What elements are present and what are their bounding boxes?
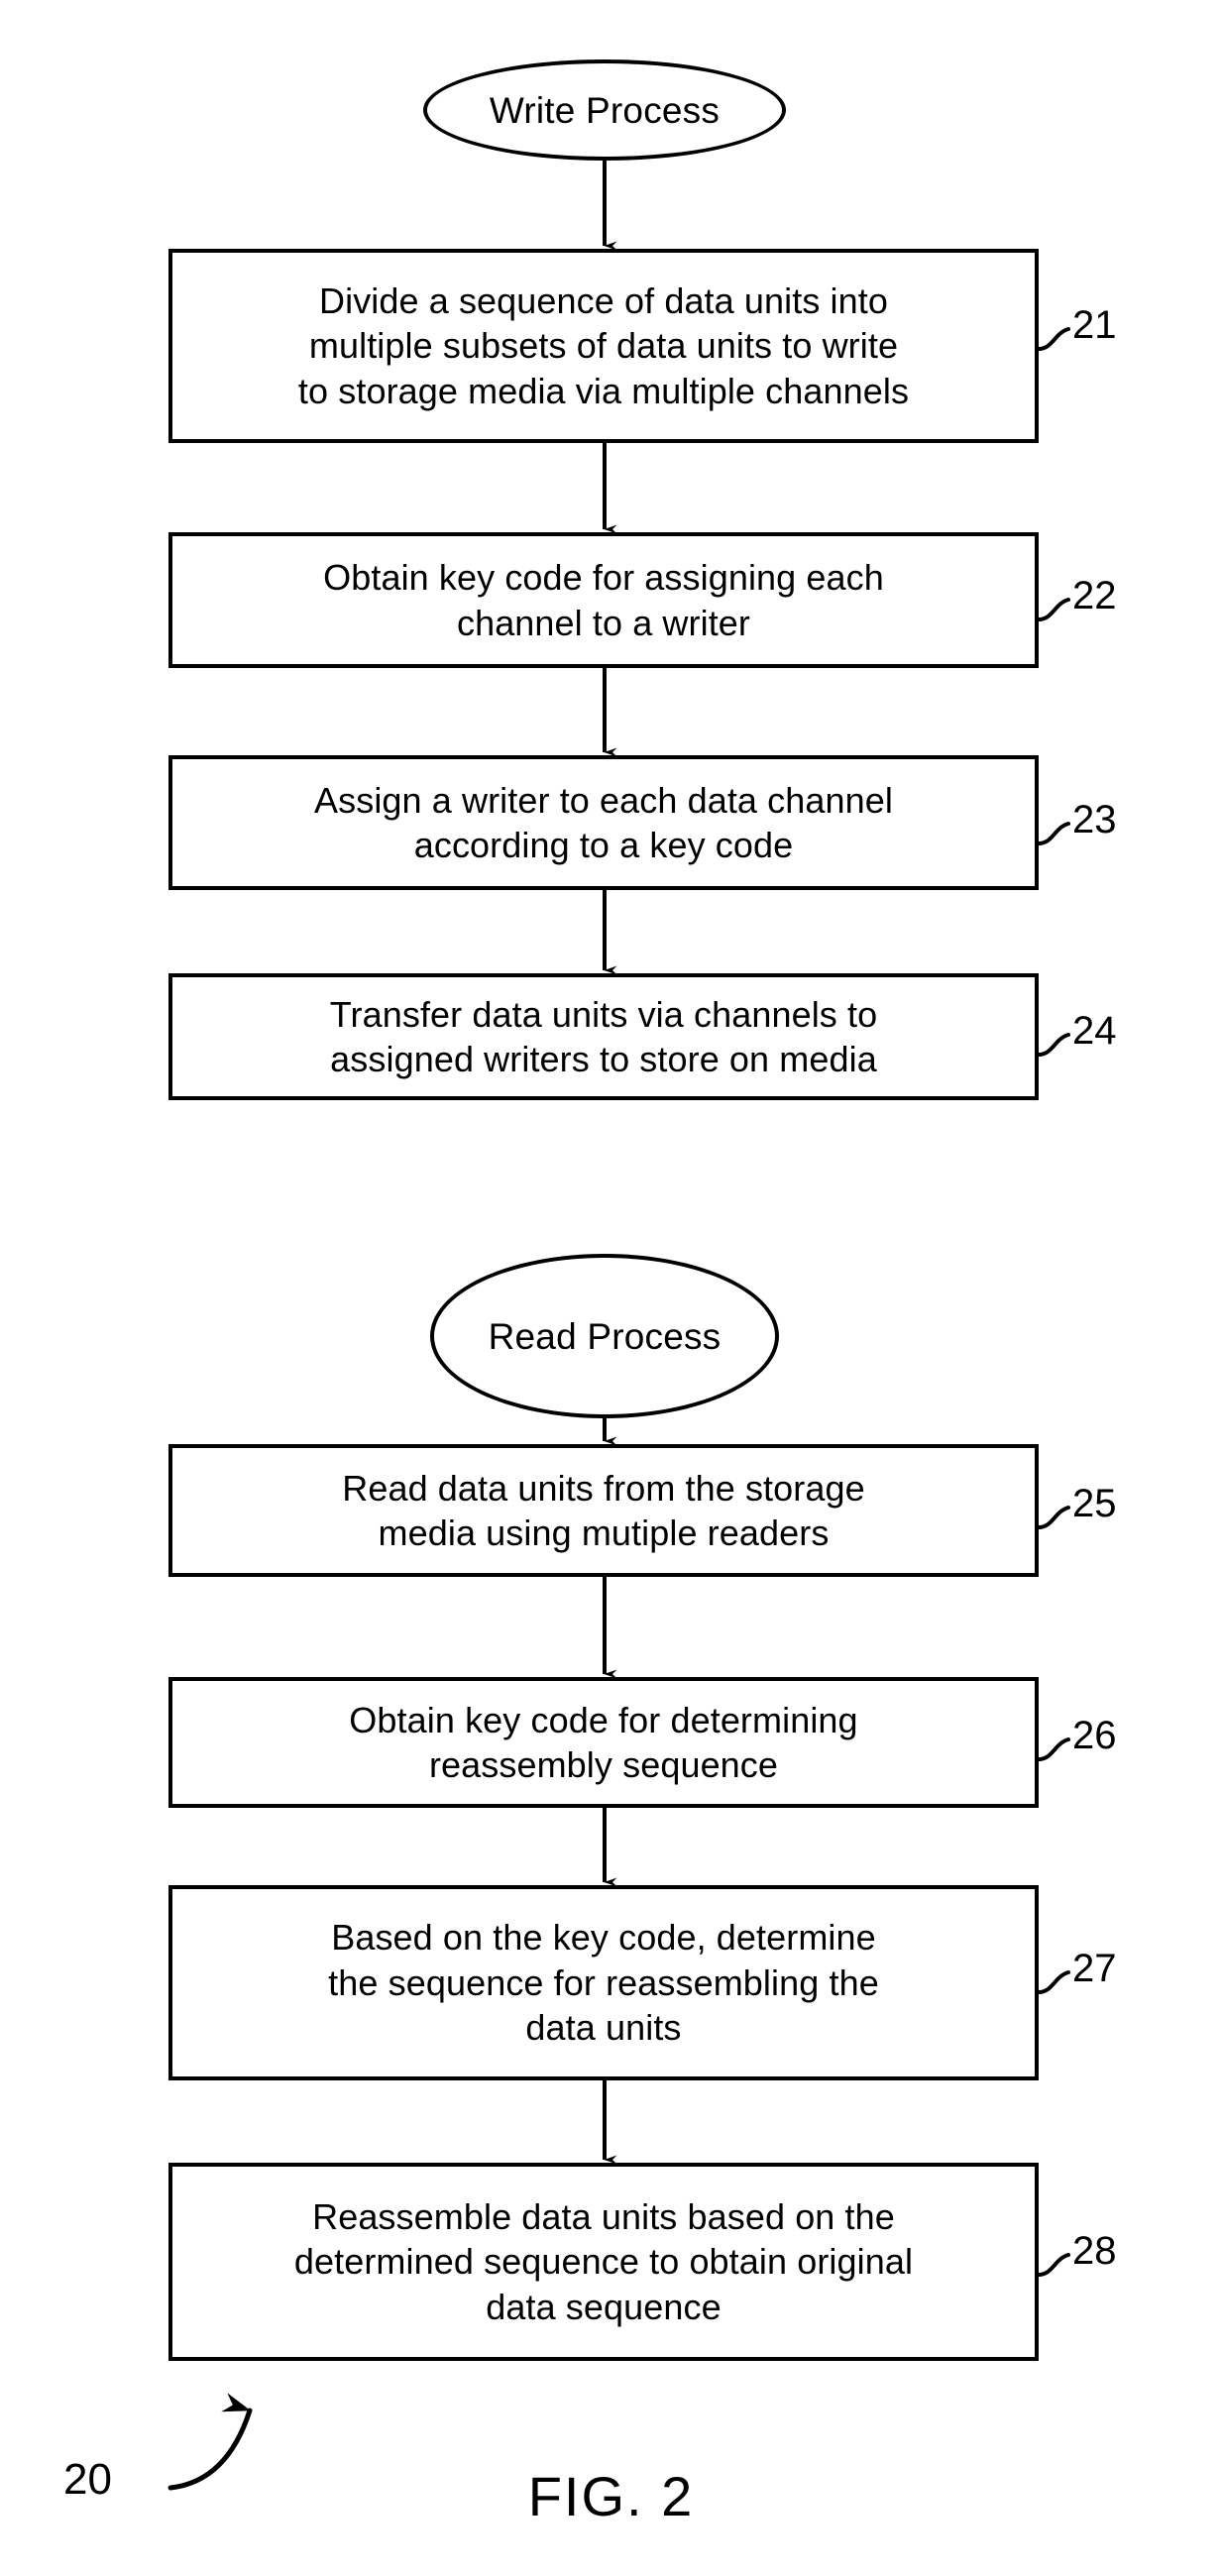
process-box-27-text: Based on the key code, determine the seq…: [328, 1917, 879, 2049]
process-box-22-text: Obtain key code for assigning each chann…: [323, 557, 884, 643]
terminator-read-process-label: Read Process: [488, 1315, 722, 1357]
reference-numeral-28: 28: [1072, 2229, 1117, 2273]
reference-numeral-24: 24: [1072, 1009, 1117, 1053]
process-box-24: Transfer data units via channels to assi…: [168, 973, 1039, 1100]
process-box-28: Reassemble data units based on the deter…: [168, 2163, 1039, 2361]
process-box-23-text: Assign a writer to each data channel acc…: [314, 779, 893, 865]
reference-numeral-26: 26: [1072, 1714, 1117, 1757]
reference-numeral-27: 27: [1072, 1947, 1117, 1990]
leader-line-22: [1037, 598, 1070, 621]
patent-figure-page: Write Process Divide a sequence of data …: [0, 0, 1222, 2576]
terminator-read-process: Read Process: [430, 1254, 779, 1418]
leader-line-23: [1037, 822, 1070, 845]
leader-line-28: [1037, 2253, 1070, 2277]
leader-line-25: [1037, 1506, 1070, 1529]
terminator-write-process: Write Process: [423, 59, 786, 161]
process-box-25: Read data units from the storage media u…: [168, 1444, 1039, 1577]
process-box-23: Assign a writer to each data channel acc…: [168, 755, 1039, 890]
process-box-21: Divide a sequence of data units into mul…: [168, 249, 1039, 443]
reference-numeral-22: 22: [1072, 574, 1117, 617]
process-box-24-text: Transfer data units via channels to assi…: [329, 993, 878, 1079]
figure-caption: FIG. 2: [527, 2465, 695, 2527]
process-box-21-text: Divide a sequence of data units into mul…: [297, 280, 910, 411]
reference-numeral-21: 21: [1072, 303, 1117, 347]
leader-line-21: [1037, 327, 1070, 351]
process-box-22: Obtain key code for assigning each chann…: [168, 532, 1039, 668]
process-box-27: Based on the key code, determine the seq…: [168, 1885, 1039, 2080]
reference-numeral-25: 25: [1072, 1482, 1117, 1525]
reference-numeral-23: 23: [1072, 798, 1117, 841]
process-box-25-text: Read data units from the storage media u…: [342, 1467, 865, 1553]
process-box-26-text: Obtain key code for determining reassemb…: [349, 1699, 858, 1785]
process-box-28-text: Reassemble data units based on the deter…: [293, 2195, 914, 2327]
leader-line-24: [1037, 1033, 1070, 1057]
terminator-write-process-label: Write Process: [489, 89, 721, 131]
leader-line-26: [1037, 1737, 1070, 1761]
process-box-26: Obtain key code for determining reassemb…: [168, 1677, 1039, 1808]
leader-line-27: [1037, 1970, 1070, 1994]
